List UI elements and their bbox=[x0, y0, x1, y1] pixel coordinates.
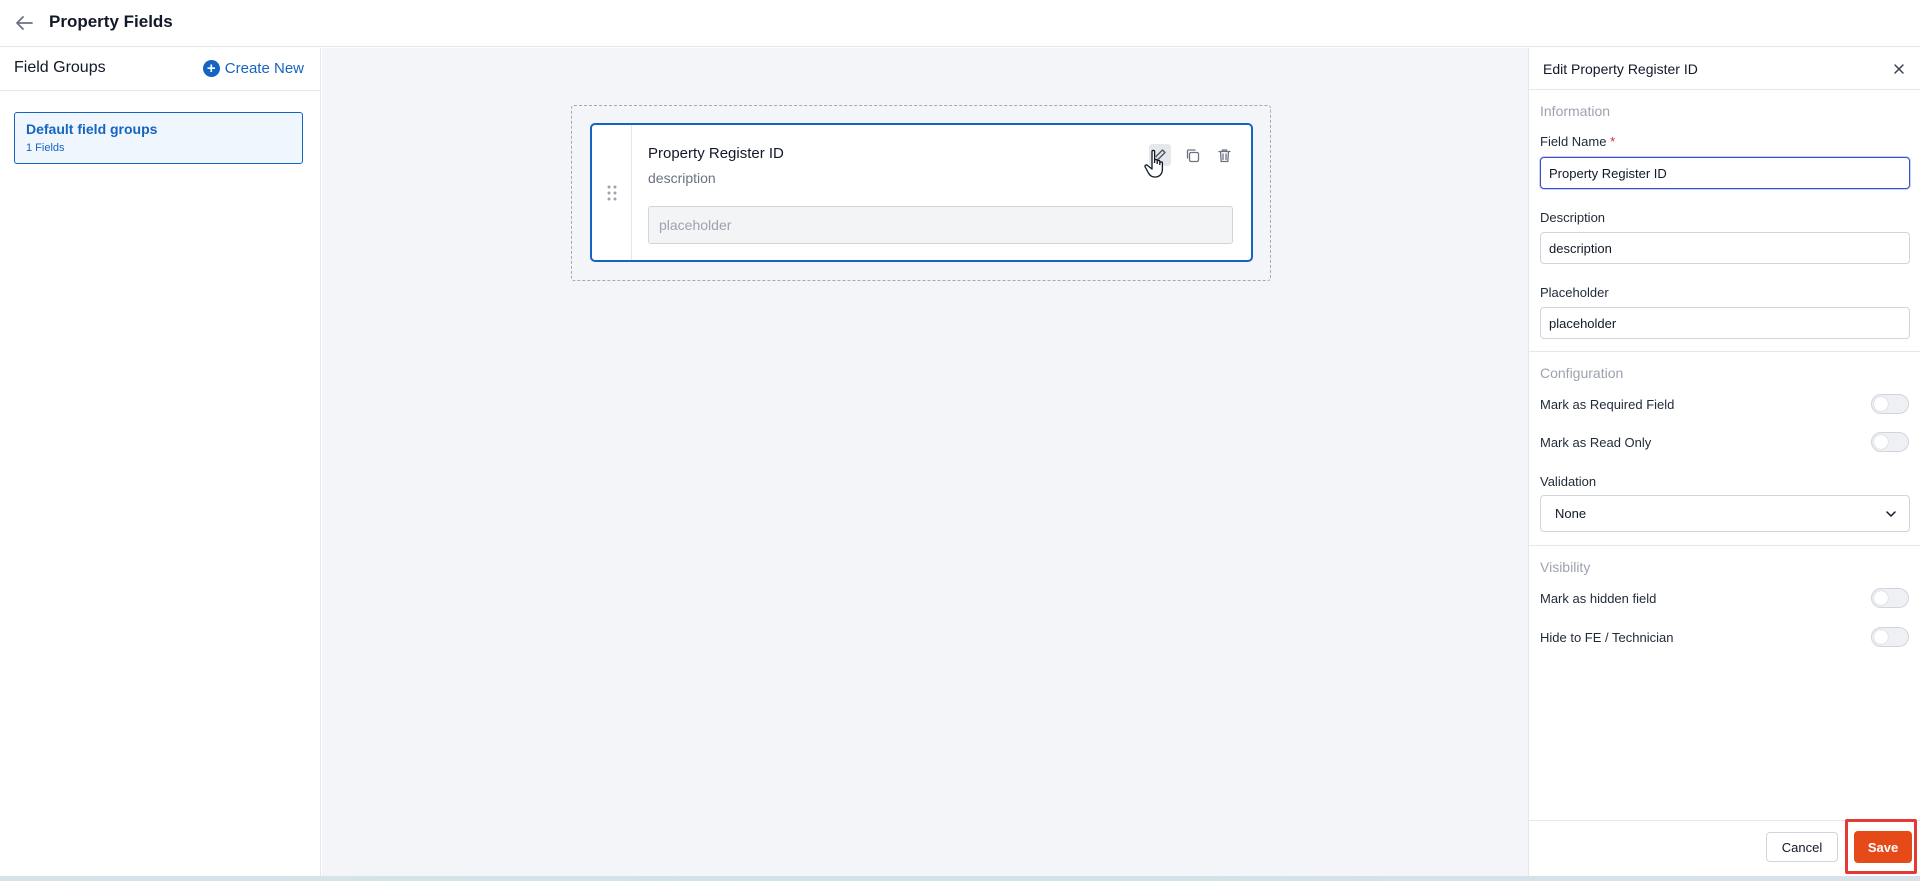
hidden-field-label: Mark as hidden field bbox=[1540, 591, 1657, 606]
trash-icon bbox=[1217, 148, 1231, 162]
section-divider bbox=[1529, 351, 1920, 352]
section-divider bbox=[1529, 545, 1920, 546]
field-groups-header: Field Groups + Create New bbox=[0, 48, 320, 91]
create-new-button[interactable]: + Create New bbox=[202, 60, 304, 77]
validation-select[interactable]: None bbox=[1540, 495, 1910, 532]
close-icon[interactable] bbox=[1892, 62, 1906, 76]
delete-button[interactable] bbox=[1213, 144, 1235, 166]
required-field-toggle[interactable] bbox=[1871, 394, 1909, 414]
field-name: Property Register ID bbox=[648, 145, 784, 162]
hide-fe-label: Hide to FE / Technician bbox=[1540, 630, 1674, 645]
field-preview-input: placeholder bbox=[648, 206, 1233, 244]
information-section-title: Information bbox=[1540, 103, 1611, 119]
edit-panel-footer: Cancel Save bbox=[1529, 819, 1920, 876]
field-group-name: Default field groups bbox=[26, 121, 158, 137]
copy-icon bbox=[1186, 148, 1199, 162]
field-name-label-text: Field Name bbox=[1540, 134, 1607, 149]
drag-dots-icon bbox=[607, 185, 616, 200]
bottom-strip bbox=[0, 876, 1920, 881]
placeholder-label: Placeholder bbox=[1540, 285, 1609, 300]
cancel-button[interactable]: Cancel bbox=[1766, 832, 1838, 862]
drag-handle[interactable] bbox=[592, 125, 632, 260]
field-name-input[interactable] bbox=[1540, 157, 1910, 189]
description-label: Description bbox=[1540, 210, 1606, 225]
read-only-label: Mark as Read Only bbox=[1540, 435, 1652, 450]
required-marker: * bbox=[1610, 134, 1616, 149]
field-name-label: Field Name * bbox=[1540, 134, 1615, 149]
edit-field-panel: Edit Property Register ID Information Fi… bbox=[1528, 48, 1920, 876]
description-input[interactable] bbox=[1540, 232, 1910, 264]
top-bar: Property Fields bbox=[0, 0, 1920, 47]
field-group-item[interactable]: Default field groups 1 Fields bbox=[14, 112, 303, 164]
page-title: Property Fields bbox=[49, 12, 173, 31]
configuration-section-title: Configuration bbox=[1540, 365, 1624, 381]
visibility-section-title: Visibility bbox=[1540, 559, 1591, 575]
create-new-label: Create New bbox=[224, 60, 304, 77]
edit-panel-header: Edit Property Register ID bbox=[1529, 48, 1920, 90]
plus-circle-icon: + bbox=[202, 60, 220, 77]
edit-button[interactable] bbox=[1149, 144, 1171, 166]
hide-fe-toggle[interactable] bbox=[1871, 627, 1909, 647]
form-canvas: Property Register ID description placeho… bbox=[322, 48, 1528, 876]
field-groups-panel: Field Groups + Create New Default field … bbox=[0, 48, 321, 876]
read-only-toggle[interactable] bbox=[1871, 432, 1909, 452]
field-card[interactable]: Property Register ID description placeho… bbox=[590, 123, 1253, 262]
placeholder-input[interactable] bbox=[1540, 307, 1910, 339]
required-field-label: Mark as Required Field bbox=[1540, 397, 1675, 412]
field-card-actions bbox=[1149, 144, 1235, 166]
field-description: description bbox=[648, 170, 716, 186]
field-group-count: 1 Fields bbox=[26, 142, 65, 154]
hidden-field-toggle[interactable] bbox=[1871, 588, 1909, 608]
duplicate-button[interactable] bbox=[1181, 144, 1203, 166]
validation-value: None bbox=[1555, 506, 1587, 521]
validation-label: Validation bbox=[1540, 474, 1597, 489]
save-button[interactable]: Save bbox=[1854, 831, 1912, 863]
back-arrow-icon[interactable] bbox=[14, 14, 34, 32]
edit-panel-title: Edit Property Register ID bbox=[1543, 61, 1698, 77]
field-groups-title: Field Groups bbox=[14, 59, 106, 76]
pencil-icon bbox=[1154, 149, 1166, 161]
chevron-down-icon bbox=[1886, 511, 1896, 517]
